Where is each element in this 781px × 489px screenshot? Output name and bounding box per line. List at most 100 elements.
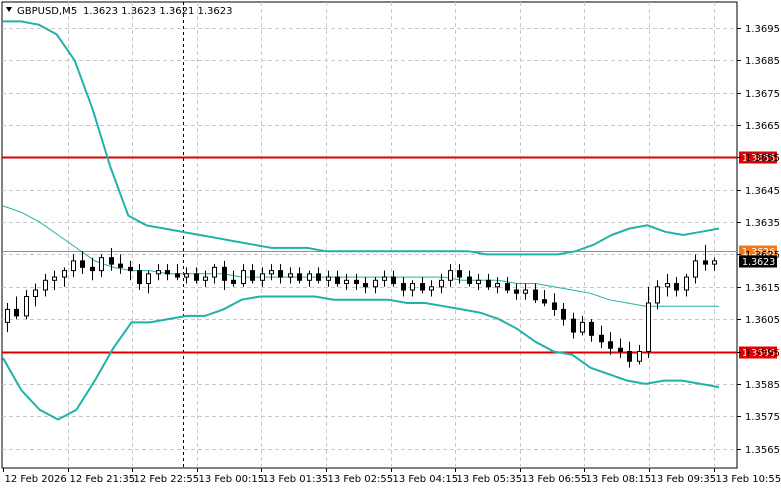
y-tick-label: 1.3645 bbox=[745, 186, 780, 197]
candle-body bbox=[401, 283, 406, 291]
y-tick-label: 1.3605 bbox=[745, 315, 780, 326]
time-axis: 12 Feb 2026 12 Feb 21:3512 Feb 22:55 13 Fe… bbox=[3, 468, 781, 485]
y-tick-label: 1.3585 bbox=[745, 380, 780, 391]
x-tick-label: 12 Feb 21:35 bbox=[70, 474, 136, 485]
chart-container: 1.3655 1.3626 1.3595 1.3695 1.3685 1.3675 1.3… bbox=[0, 0, 781, 489]
candle-body bbox=[316, 273, 321, 281]
candle-body bbox=[24, 295, 29, 317]
candle-body bbox=[231, 279, 236, 285]
candle-body bbox=[514, 289, 519, 294]
candle-body bbox=[448, 270, 453, 281]
candle-body bbox=[533, 289, 538, 301]
candle-body bbox=[194, 273, 199, 281]
candle-body bbox=[278, 270, 283, 278]
y-tick-label: 1.3595 bbox=[745, 348, 780, 359]
candle-body bbox=[693, 260, 698, 278]
candle-body bbox=[627, 351, 632, 362]
grid bbox=[2, 2, 737, 468]
candle-body bbox=[637, 351, 642, 362]
candle-body bbox=[184, 273, 189, 278]
candle-body bbox=[571, 318, 576, 333]
candle-body bbox=[269, 270, 274, 275]
y-tick-label: 1.3695 bbox=[745, 24, 780, 35]
candle-body bbox=[476, 279, 481, 285]
candle-body bbox=[542, 299, 547, 304]
x-tick-label: 13 Feb 09:35 bbox=[651, 474, 717, 485]
candle-body bbox=[5, 308, 10, 323]
horizontal-levels: 1.36551.36261.3595 bbox=[2, 151, 777, 359]
candle-body bbox=[608, 341, 613, 349]
candle-body bbox=[335, 276, 340, 285]
upper-band-line bbox=[3, 20, 720, 256]
candle-body bbox=[326, 276, 331, 281]
candle-body bbox=[43, 279, 48, 291]
candle-body bbox=[410, 283, 415, 291]
candle-body bbox=[457, 270, 462, 278]
candle-body bbox=[655, 286, 660, 304]
lower-band-line bbox=[2, 295, 720, 421]
candle-body bbox=[137, 270, 142, 285]
candle-body bbox=[589, 321, 594, 336]
candle-body bbox=[391, 276, 396, 285]
middle-band-line bbox=[2, 205, 719, 307]
price-chart[interactable]: 1.36551.36261.3595 1.36951.36851.36751.3… bbox=[0, 0, 781, 489]
x-tick-label: 12 Feb 2026 bbox=[5, 474, 67, 485]
y-tick-label: 1.3635 bbox=[745, 218, 780, 229]
candle-body bbox=[486, 279, 491, 288]
y-tick-label: 1.3655 bbox=[745, 153, 780, 164]
x-tick-label: 13 Feb 06:55 bbox=[522, 474, 588, 485]
candle-body bbox=[128, 266, 133, 272]
candle-body bbox=[523, 289, 528, 294]
chart-header: GBPUSD,M5 1.3623 1.3623 1.3621 1.3623 bbox=[6, 6, 233, 17]
y-tick-label: 1.3685 bbox=[745, 56, 780, 67]
candle-body bbox=[580, 321, 585, 333]
candle-body bbox=[618, 347, 623, 352]
candle-body bbox=[33, 289, 38, 297]
candle-body bbox=[439, 279, 444, 288]
candle-body bbox=[420, 283, 425, 291]
candle-body bbox=[241, 270, 246, 285]
candle-body bbox=[561, 308, 566, 320]
candle-body bbox=[118, 263, 123, 268]
symbol-label: GBPUSD,M5 bbox=[17, 6, 77, 17]
x-tick-label: 13 Feb 04:15 bbox=[393, 474, 459, 485]
bollinger-bands bbox=[2, 20, 720, 421]
y-tick-label: 1.3665 bbox=[745, 121, 780, 132]
candle-body bbox=[307, 273, 312, 281]
candle-body bbox=[288, 273, 293, 278]
dropdown-triangle-icon[interactable] bbox=[6, 7, 12, 12]
x-tick-label: 13 Feb 08:15 bbox=[586, 474, 652, 485]
candle-body bbox=[90, 266, 95, 272]
candle-body bbox=[71, 260, 76, 272]
candle-body bbox=[674, 283, 679, 291]
candle-body bbox=[62, 270, 67, 278]
candle-body bbox=[175, 273, 180, 278]
candle-body bbox=[14, 308, 19, 317]
candle-body bbox=[165, 270, 170, 275]
candle-body bbox=[80, 260, 85, 268]
candle-body bbox=[703, 260, 708, 265]
candle-body bbox=[52, 276, 57, 281]
candle-body bbox=[467, 276, 472, 285]
x-tick-label: 13 Feb 00:15 bbox=[199, 474, 265, 485]
candle-body bbox=[344, 279, 349, 285]
x-tick-label: 13 Feb 10:55 bbox=[716, 474, 781, 485]
candle-body bbox=[146, 273, 151, 285]
candle-body bbox=[99, 257, 104, 272]
candle-body bbox=[684, 276, 689, 291]
candle-body bbox=[665, 283, 670, 288]
candle-body bbox=[646, 302, 651, 353]
x-tick-label: 13 Feb 01:35 bbox=[263, 474, 329, 485]
x-tick-label: 13 Feb 05:35 bbox=[457, 474, 523, 485]
candle-body bbox=[250, 270, 255, 281]
y-tick-label: 1.3565 bbox=[745, 445, 780, 456]
candle-body bbox=[363, 283, 368, 288]
ohlc-readout: 1.3623 1.3623 1.3621 1.3623 bbox=[83, 6, 233, 17]
candle-body bbox=[599, 334, 604, 343]
candle-body bbox=[552, 302, 557, 310]
candle-body bbox=[212, 266, 217, 278]
candle-body bbox=[382, 276, 387, 281]
price-axis: 1.3695 1.3685 1.3675 1.3665 1.3655 1.3645 1.36… bbox=[737, 24, 780, 456]
candle-body bbox=[429, 286, 434, 291]
candle-body bbox=[222, 266, 227, 281]
